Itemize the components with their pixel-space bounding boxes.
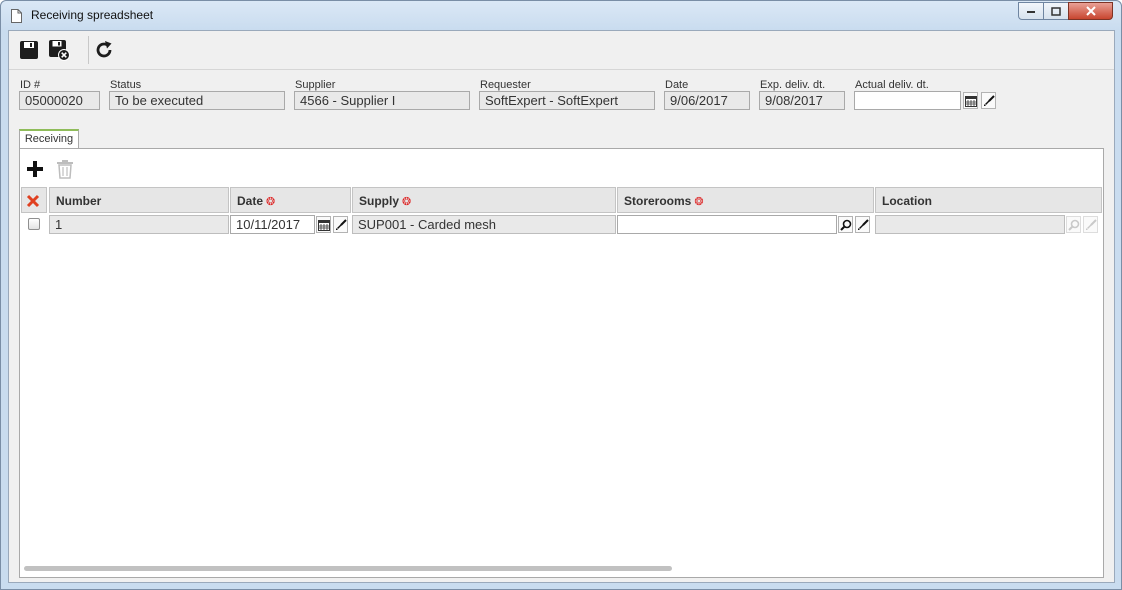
column-header-label: Storerooms — [624, 194, 692, 208]
grid-select-all-header[interactable] — [21, 187, 47, 213]
calendar-icon — [317, 219, 330, 231]
horizontal-scrollbar[interactable] — [24, 566, 672, 571]
column-header-label: Number — [56, 194, 102, 208]
column-header-location[interactable]: Location — [875, 187, 1102, 213]
eraser-brush-icon — [857, 218, 869, 230]
eraser-brush-icon — [983, 94, 995, 106]
column-header-label: Date — [237, 194, 264, 208]
close-button[interactable] — [1068, 2, 1113, 20]
id-field[interactable]: 05000020 — [19, 91, 100, 110]
requester-field[interactable]: SoftExpert - SoftExpert — [479, 91, 655, 110]
column-header-supply[interactable]: Supply ❂ — [352, 187, 616, 213]
maximize-button[interactable] — [1043, 2, 1069, 20]
toolbar-separator — [88, 36, 89, 64]
maximize-icon — [1051, 6, 1061, 16]
trash-icon — [57, 160, 73, 179]
receiving-window: Receiving spreadsheet ID # 05000020 Stat… — [0, 0, 1122, 590]
exp-deliv-field[interactable]: 9/08/2017 — [759, 91, 845, 110]
save-and-close-button[interactable] — [47, 38, 71, 62]
minimize-icon — [1027, 11, 1035, 13]
required-icon: ❂ — [266, 196, 276, 208]
id-label: ID # — [20, 79, 41, 91]
location-search-button — [1066, 216, 1081, 233]
window-title: Receiving spreadsheet — [31, 8, 154, 22]
column-header-label: Supply — [359, 194, 400, 208]
add-row-button[interactable] — [24, 158, 46, 180]
delete-row-button[interactable] — [54, 158, 76, 180]
actual-deliv-label: Actual deliv. dt. — [855, 79, 929, 91]
search-icon — [839, 219, 851, 231]
actual-deliv-field[interactable] — [854, 91, 961, 110]
eraser-brush-icon — [1085, 218, 1097, 230]
cell-storeroom-input[interactable] — [617, 215, 837, 234]
storeroom-clear-button[interactable] — [855, 216, 870, 233]
required-icon: ❂ — [402, 196, 412, 208]
cell-supply: SUP001 - Carded mesh — [352, 215, 616, 234]
refresh-icon — [96, 41, 112, 58]
window-controls — [1018, 2, 1113, 20]
cell-location — [875, 215, 1065, 234]
minimize-button[interactable] — [1018, 2, 1044, 20]
column-header-date[interactable]: Date ❂ — [230, 187, 351, 213]
tab-receiving[interactable]: Receiving — [19, 129, 79, 149]
plus-icon — [27, 161, 43, 177]
main-toolbar — [9, 31, 1114, 70]
column-header-storerooms[interactable]: Storerooms ❂ — [617, 187, 874, 213]
storeroom-search-button[interactable] — [838, 216, 853, 233]
row-date-clear-button[interactable] — [333, 216, 348, 233]
supplier-label: Supplier — [295, 79, 336, 91]
cell-number: 1 — [49, 215, 229, 234]
eraser-brush-icon — [335, 218, 347, 230]
calendar-icon — [964, 95, 977, 107]
row-date-calendar-button[interactable] — [316, 216, 331, 233]
receiving-panel: Number Date ❂ Supply ❂ Storerooms ❂ Locatio… — [19, 148, 1104, 578]
status-label: Status — [110, 79, 142, 91]
actual-deliv-clear-button[interactable] — [981, 92, 996, 109]
requester-label: Requester — [480, 79, 531, 91]
save-close-icon — [49, 40, 70, 61]
date-field[interactable]: 9/06/2017 — [664, 91, 750, 110]
row-checkbox[interactable] — [28, 218, 40, 230]
form-content: ID # 05000020 Status To be executed Supp… — [8, 30, 1115, 583]
required-icon: ❂ — [694, 196, 704, 208]
cell-date-input[interactable]: 10/11/2017 — [230, 215, 315, 234]
delete-marker-icon — [26, 194, 40, 208]
date-label: Date — [665, 79, 689, 91]
save-button[interactable] — [17, 38, 41, 62]
location-clear-button — [1083, 216, 1098, 233]
title-bar: Receiving spreadsheet — [1, 1, 1121, 30]
supplier-field[interactable]: 4566 - Supplier I — [294, 91, 470, 110]
actual-deliv-calendar-button[interactable] — [963, 92, 978, 109]
column-header-label: Location — [882, 194, 932, 208]
status-field[interactable]: To be executed — [109, 91, 285, 110]
document-icon — [11, 9, 22, 26]
save-icon — [20, 41, 38, 59]
column-header-number[interactable]: Number — [49, 187, 229, 213]
close-icon — [1085, 6, 1096, 16]
exp-deliv-label: Exp. deliv. dt. — [760, 79, 826, 91]
search-icon — [1067, 219, 1079, 231]
refresh-button[interactable] — [92, 38, 116, 62]
